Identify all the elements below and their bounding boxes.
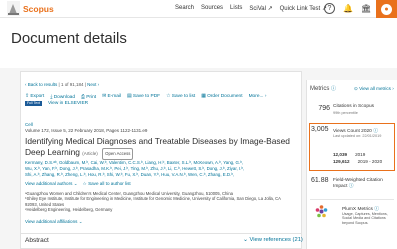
save-pdf-button[interactable]: ▤ Save to PDF bbox=[127, 94, 160, 100]
authors-line[interactable]: Shi, A.ᵇ, Zhang, R.ᵇ, Zheng, L.ᵇ, Hou, R… bbox=[25, 172, 295, 178]
print-button[interactable]: ⎙ Print bbox=[81, 94, 96, 100]
view-all-metrics-link[interactable]: ⊙ View all metrics › bbox=[354, 86, 394, 92]
elsevier-logo-icon[interactable] bbox=[7, 1, 20, 16]
views-row: 129,612 2019 - 2020 bbox=[333, 159, 383, 164]
plumx-description: Usage, Captures, Mentions, Social Media … bbox=[342, 212, 388, 225]
plumx-divider bbox=[310, 199, 394, 200]
views-row: 12,039 2019 bbox=[333, 152, 366, 157]
abstract-heading: Abstract bbox=[25, 237, 49, 244]
journal-name[interactable]: Cell bbox=[25, 122, 33, 127]
full-text-row: Full Text View in ELSEVIER bbox=[25, 101, 88, 106]
email-button[interactable]: ✉ E-mail bbox=[102, 94, 121, 100]
nav-search[interactable]: Search bbox=[175, 5, 194, 12]
result-position: | 1 of 91,184 | bbox=[58, 82, 86, 87]
views-count: 3,005 bbox=[311, 126, 329, 133]
scopus-brand[interactable]: Scopus bbox=[23, 4, 54, 14]
plumx-icon[interactable] bbox=[315, 205, 328, 218]
nav-quick-link[interactable]: Quick Link Test ↗ bbox=[280, 5, 327, 12]
affiliations: ᵃGuangzhou Women and Children's Medical … bbox=[25, 191, 293, 212]
more-button[interactable]: More... › bbox=[249, 94, 267, 100]
main-nav: Search Sources Lists SciVal ↗ Quick Link… bbox=[175, 5, 327, 12]
view-additional-affiliations-link[interactable]: View additional affiliations ⌄ bbox=[25, 219, 83, 225]
back-to-results-link[interactable]: ‹ Back to results bbox=[25, 82, 57, 87]
document-actions: ⇪ Export ⤓ Download ⎙ Print ✉ E-mail ▤ S… bbox=[25, 94, 266, 100]
section-divider bbox=[20, 233, 302, 234]
fwci-label: Field-Weighted Citation Impact ⓘ bbox=[333, 178, 383, 189]
nav-lists[interactable]: Lists bbox=[230, 5, 242, 12]
institution-icon[interactable]: 🏛 bbox=[361, 3, 371, 14]
top-icons: ? 🔔 🏛 bbox=[324, 3, 371, 14]
full-text-badge[interactable]: Full Text bbox=[25, 101, 42, 106]
help-icon[interactable]: ? bbox=[324, 3, 335, 14]
article-title: Identifying Medical Diagnoses and Treata… bbox=[25, 136, 290, 160]
citations-label[interactable]: Citations in Scopus bbox=[333, 104, 374, 109]
info-icon[interactable]: ⓘ bbox=[331, 86, 336, 92]
article-type: (Article) bbox=[82, 150, 98, 156]
citations-count: 796 bbox=[318, 105, 330, 112]
export-button[interactable]: ⇪ Export bbox=[25, 94, 44, 100]
download-button[interactable]: ⤓ Download bbox=[50, 94, 75, 100]
affiliation-item: ᵇShiley Eye Institute, Institute for Eng… bbox=[25, 196, 281, 207]
page-title: Document details bbox=[11, 30, 127, 47]
next-link[interactable]: Next › bbox=[87, 82, 99, 87]
save-all-authors-link[interactable]: ☆ Save all to author list bbox=[83, 181, 131, 186]
save-list-button[interactable]: ☆ Save to list bbox=[166, 94, 195, 100]
breadcrumb: ‹ Back to results | 1 of 91,184 | Next › bbox=[25, 82, 99, 87]
nav-scival[interactable]: SciVal ↗ bbox=[249, 5, 272, 12]
bell-icon[interactable]: 🔔 bbox=[343, 3, 353, 14]
metrics-heading: Metrics ⓘ bbox=[310, 86, 337, 92]
article-title-text: Identifying Medical Diagnoses and Treata… bbox=[25, 136, 290, 157]
volume-info: Volume 172, Issue 5, 22 February 2018, P… bbox=[25, 128, 148, 133]
view-in-elsevier-link[interactable]: View in ELSEVIER bbox=[48, 101, 88, 106]
author-actions: View additional authors ⌄ ☆ Save all to … bbox=[25, 181, 131, 187]
views-updated: Last updated on: 22/01/2019 bbox=[333, 134, 382, 138]
affiliation-item: ᶜHeidelberg Engineering, Heidelberg, Ger… bbox=[25, 206, 113, 212]
fwci-value: 61.88 bbox=[311, 177, 329, 184]
plumx-title: PlumX Metrics ⓘ bbox=[342, 207, 380, 212]
top-bar: Scopus Search Sources Lists SciVal ↗ Qui… bbox=[0, 0, 397, 18]
account-button[interactable]: ● bbox=[376, 0, 397, 18]
nav-sources[interactable]: Sources bbox=[201, 5, 223, 12]
citations-percentile: 99th percentile bbox=[333, 111, 358, 115]
views-label: Views Count 2020 ⓘ bbox=[333, 129, 379, 134]
view-references-link[interactable]: ⌄ View references (21) bbox=[243, 237, 303, 243]
info-icon[interactable]: ⓘ bbox=[349, 184, 354, 189]
open-access-badge: Open Access bbox=[102, 147, 134, 160]
view-additional-authors-link[interactable]: View additional authors ⌄ bbox=[25, 181, 78, 186]
user-icon: ● bbox=[381, 4, 392, 15]
order-document-button[interactable]: ▦ Order Document bbox=[201, 94, 242, 100]
author-list: Kermany, D.S.ᵃᵇ, Goldbaum, M.ᵇ, Cai, W.ᵇ… bbox=[25, 160, 295, 179]
